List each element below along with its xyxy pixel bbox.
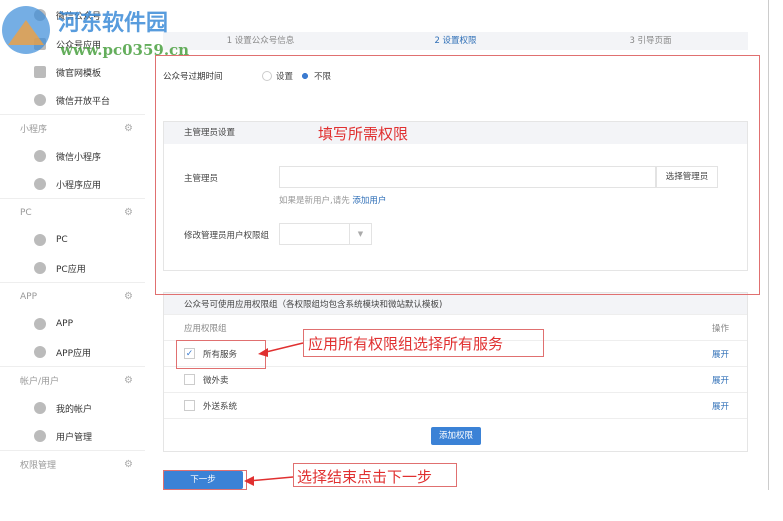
sidebar-item-official-apps[interactable]: 公众号应用 xyxy=(0,30,145,58)
sidebar-item[interactable]: PC应用 xyxy=(0,254,145,282)
sidebar-item[interactable]: APP应用 xyxy=(0,338,145,366)
menu-icon xyxy=(34,262,46,274)
group-label: 修改管理员用户权限组 xyxy=(184,231,270,241)
admin-label: 主管理员 xyxy=(184,174,219,184)
radio-circle xyxy=(262,71,272,81)
select-admin-button[interactable]: 选择管理员 xyxy=(656,166,718,188)
sidebar-item-wechat-official[interactable]: 微信公众号 xyxy=(0,0,145,30)
gear-icon[interactable]: ⚙ xyxy=(124,459,133,470)
template-icon xyxy=(34,66,46,78)
group-select[interactable]: ▼ xyxy=(279,223,372,245)
sidebar-section: 小程序 ⚙ xyxy=(0,114,145,142)
sidebar-item-site-template[interactable]: 微官网模板 xyxy=(0,58,145,86)
annotation-1: 填写所需权限 xyxy=(318,125,409,143)
admin-panel: 主管理员设置 主管理员 选择管理员 如果是新用户,请先 添加用户 修改管理员用户… xyxy=(163,121,748,271)
admin-panel-header: 主管理员设置 xyxy=(164,122,747,144)
expand-link[interactable]: 展开 xyxy=(712,400,729,412)
expand-link[interactable]: 展开 xyxy=(712,348,729,360)
table-row: 外送系统 展开 xyxy=(164,393,747,419)
permission-table: 公众号可使用应用权限组（各权限组均包含系统模块和微站默认模板) 应用权限组 操作 … xyxy=(163,292,748,452)
menu-icon xyxy=(34,430,46,442)
checkbox[interactable] xyxy=(184,400,195,411)
step-indicator: 1 设置公众号信息 2 设置权限 3 引导页面 xyxy=(163,32,748,50)
checkbox[interactable] xyxy=(184,374,195,385)
sidebar-section: 帐户/用户 ⚙ xyxy=(0,366,145,394)
sidebar-item[interactable]: 我的帐户 xyxy=(0,394,145,422)
gear-icon[interactable]: ⚙ xyxy=(124,291,133,302)
sidebar-section: 权限管理 ⚙ xyxy=(0,450,145,478)
checkbox[interactable]: ✓ xyxy=(184,348,195,359)
expand-link[interactable]: 展开 xyxy=(712,374,729,386)
menu-icon xyxy=(34,150,46,162)
menu-icon xyxy=(34,346,46,358)
permission-header: 公众号可使用应用权限组（各权限组均包含系统模块和微站默认模板) xyxy=(164,293,747,315)
sidebar: 微信公众号 公众号应用 微官网模板 微信开放平台 小程序 ⚙ 微信小程序 小程序应用 P… xyxy=(0,0,145,521)
scrollbar-track[interactable] xyxy=(768,0,769,490)
add-permission-button[interactable]: 添加权限 xyxy=(431,427,481,445)
annotation-2: 应用所有权限组选择所有服务 xyxy=(308,335,504,353)
sidebar-item[interactable]: APP xyxy=(0,310,145,338)
menu-icon xyxy=(34,234,46,246)
app-icon xyxy=(34,38,46,50)
sidebar-section: PC ⚙ xyxy=(0,198,145,226)
next-step-button[interactable]: 下一步 xyxy=(163,471,243,489)
add-user-link[interactable]: 添加用户 xyxy=(352,196,386,206)
menu-icon xyxy=(34,402,46,414)
admin-input[interactable] xyxy=(279,166,656,188)
sidebar-item[interactable]: PC xyxy=(0,226,145,254)
radio-set[interactable]: 设置 xyxy=(262,70,293,82)
menu-icon xyxy=(34,318,46,330)
step-3: 3 引导页面 xyxy=(629,36,672,46)
chevron-down-icon: ▼ xyxy=(349,224,371,244)
step-2: 2 设置权限 xyxy=(434,36,477,46)
gear-icon[interactable]: ⚙ xyxy=(124,123,133,134)
sidebar-item-open-platform[interactable]: 微信开放平台 xyxy=(0,86,145,114)
hint-text: 如果是新用户,请先 添加用户 xyxy=(279,196,387,206)
gear-icon[interactable]: ⚙ xyxy=(124,207,133,218)
sidebar-item[interactable]: 微信小程序 xyxy=(0,142,145,170)
platform-icon xyxy=(34,94,46,106)
step-1: 1 设置公众号信息 xyxy=(226,36,295,46)
annotation-3: 选择结束点击下一步 xyxy=(297,468,433,486)
sidebar-item[interactable]: 用户管理 xyxy=(0,422,145,450)
expire-label: 公众号过期时间 xyxy=(163,72,223,82)
sidebar-item[interactable]: 小程序应用 xyxy=(0,170,145,198)
table-row: 微外卖 展开 xyxy=(164,367,747,393)
radio-unlimited[interactable]: 不限 xyxy=(300,70,331,82)
wechat-icon xyxy=(34,9,46,21)
sidebar-section: APP ⚙ xyxy=(0,282,145,310)
menu-icon xyxy=(34,178,46,190)
gear-icon[interactable]: ⚙ xyxy=(124,375,133,386)
radio-circle-selected xyxy=(300,71,310,81)
